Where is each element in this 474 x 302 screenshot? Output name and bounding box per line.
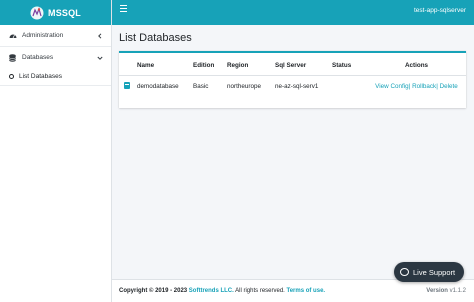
header-status: Status bbox=[332, 53, 367, 76]
circle-icon bbox=[9, 74, 14, 79]
copyright-text: Copyright © 2019 - 2023 bbox=[119, 288, 188, 294]
live-support-label: Live Support bbox=[413, 267, 456, 277]
sidebar-subitem-list-databases[interactable]: List Databases bbox=[0, 68, 111, 85]
cell-region: northeurope bbox=[227, 82, 261, 90]
sidebar-item-administration[interactable]: Administration bbox=[0, 25, 111, 46]
cell-sql-server: ne-az-sql-serv1 bbox=[275, 82, 319, 90]
brand[interactable]: MSSQL bbox=[0, 0, 111, 25]
page-title: List Databases bbox=[119, 32, 192, 44]
sidebar-item-label: Administration bbox=[22, 32, 64, 39]
sidebar-item-label: Databases bbox=[22, 54, 54, 61]
database-row-icon bbox=[124, 81, 130, 89]
delete-link[interactable]: Delete bbox=[440, 83, 458, 90]
cell-edition: Basic bbox=[193, 82, 209, 90]
menu-toggle-icon[interactable] bbox=[120, 5, 127, 12]
header-name: Name bbox=[137, 53, 193, 76]
chat-bubble-icon bbox=[400, 268, 409, 276]
header-actions: Actions bbox=[367, 53, 466, 76]
action-separator: | bbox=[436, 82, 438, 90]
sidebar-subitem-label: List Databases bbox=[19, 73, 62, 80]
database-icon bbox=[8, 53, 17, 62]
divider bbox=[0, 85, 111, 86]
topbar: test-app-sqlserver bbox=[112, 0, 474, 25]
action-separator: | bbox=[408, 82, 411, 90]
rollback-link[interactable]: Rollback bbox=[412, 83, 436, 90]
header-sql-server: Sql Server bbox=[275, 53, 332, 76]
cell-actions: View Config| Rollback| Delete bbox=[367, 75, 466, 97]
table-header-row: Name Edition Region Sql Server Status Ac… bbox=[119, 53, 466, 76]
chevron-down-icon bbox=[97, 55, 103, 61]
rights-text: All rights reserved. bbox=[235, 288, 285, 294]
databases-card: Name Edition Region Sql Server Status Ac… bbox=[119, 51, 466, 108]
header-region: Region bbox=[227, 53, 275, 76]
footer: Copyright © 2019 - 2023 Softtrends LLC. … bbox=[112, 279, 474, 302]
dashboard-icon bbox=[8, 31, 17, 40]
company-link[interactable]: Softtrends LLC. bbox=[189, 288, 234, 294]
view-config-link[interactable]: View Config bbox=[375, 83, 409, 90]
brand-name: MSSQL bbox=[48, 7, 82, 18]
brand-logo-icon bbox=[30, 6, 44, 20]
cell-status bbox=[332, 75, 367, 97]
footer-version: Version v1.1.2 bbox=[426, 288, 466, 294]
chevron-left-icon bbox=[97, 32, 103, 39]
table-row: demodatabase Basic northeurope ne-az-sql… bbox=[119, 75, 466, 97]
databases-table: Name Edition Region Sql Server Status Ac… bbox=[119, 53, 466, 97]
cell-name: demodatabase bbox=[137, 82, 179, 90]
version-label: Version bbox=[426, 288, 448, 294]
header-icon-col bbox=[119, 53, 137, 76]
header-edition: Edition bbox=[193, 53, 227, 76]
sidebar-item-databases[interactable]: Databases bbox=[0, 47, 111, 68]
terms-link[interactable]: Terms of use. bbox=[287, 288, 326, 294]
footer-copyright: Copyright © 2019 - 2023 Softtrends LLC. … bbox=[119, 288, 325, 294]
sidebar: MSSQL Administration Databases List Data… bbox=[0, 0, 112, 302]
server-name[interactable]: test-app-sqlserver bbox=[414, 7, 466, 14]
live-support-button[interactable]: Live Support bbox=[394, 262, 464, 282]
version-number: v1.1.2 bbox=[449, 288, 466, 294]
